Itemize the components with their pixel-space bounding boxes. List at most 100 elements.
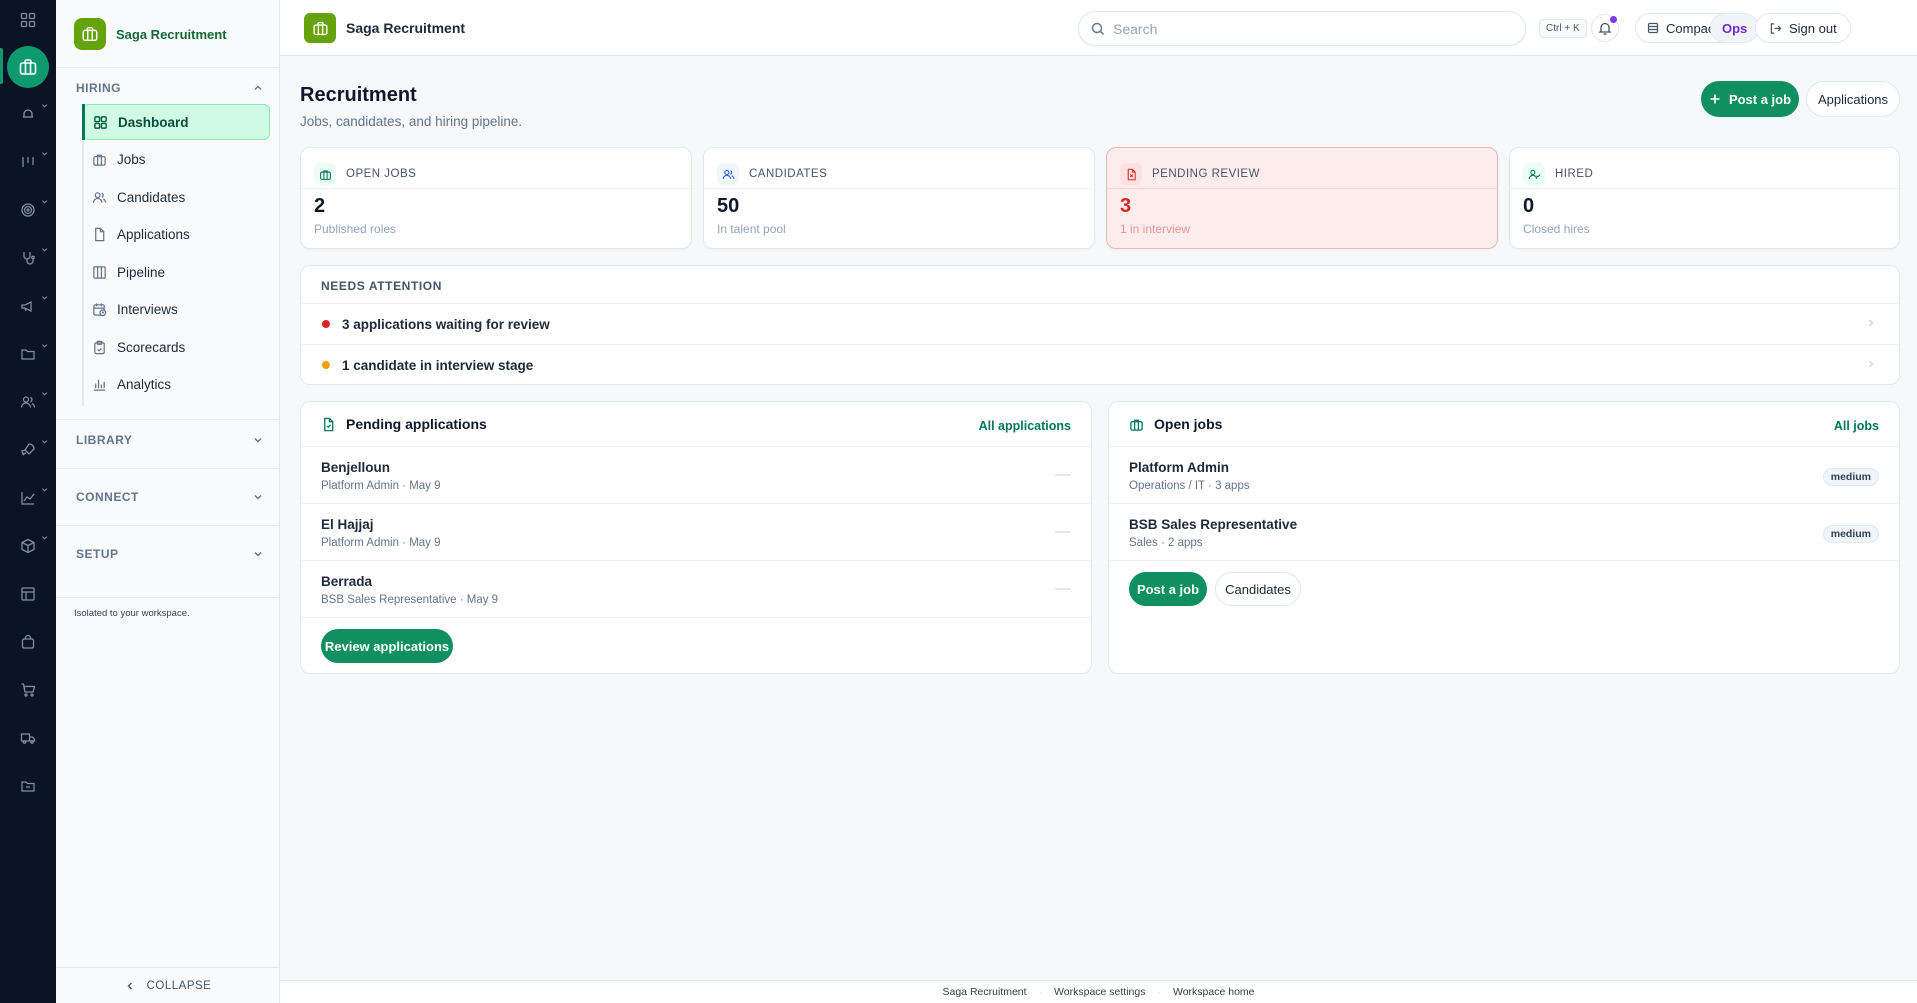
collapse-label: COLLAPSE: [146, 979, 212, 992]
list-item[interactable]: Benjelloun Platform Admin · May 9: [301, 446, 1091, 503]
sidebar-item-label: Analytics: [117, 377, 172, 392]
sidebar-item-dashboard[interactable]: Dashboard: [82, 104, 270, 140]
footer: Saga Recruitment · Workspace settings · …: [280, 980, 1917, 1003]
table-icon[interactable]: [12, 578, 44, 610]
sign-out-button[interactable]: Sign out: [1755, 13, 1851, 43]
box-icon[interactable]: [12, 530, 48, 562]
divider: [56, 67, 280, 68]
sidebar-item-label: Dashboard: [118, 114, 189, 130]
applicant-meta: Platform Admin · May 9: [321, 537, 441, 549]
stat-card-hired[interactable]: HIRED 0 Closed hires: [1509, 147, 1900, 249]
post-job-button[interactable]: Post a job: [1701, 81, 1799, 117]
applications-button[interactable]: Applications: [1806, 81, 1900, 117]
topbar-title: Saga Recruitment: [346, 20, 466, 36]
footer-link[interactable]: Workspace home: [1161, 986, 1267, 998]
hat-icon[interactable]: [12, 98, 48, 130]
file-check-icon: [324, 417, 334, 431]
sidebar-item-label: Pipeline: [117, 264, 166, 280]
candidates-button[interactable]: Candidates: [1215, 572, 1301, 606]
chevron-down-icon: [254, 552, 262, 557]
stat-card-candidates[interactable]: CANDIDATES 50 In talent pool: [703, 147, 1095, 249]
plus-icon: [1710, 94, 1720, 104]
section-connect-label: CONNECT: [76, 490, 139, 504]
list-item[interactable]: BSB Sales Representative Sales · 2 apps …: [1109, 503, 1899, 560]
sidebar-item-candidates[interactable]: Candidates: [82, 179, 270, 215]
review-applications-button[interactable]: Review applications: [321, 629, 453, 663]
chevron-right-icon: [1869, 360, 1874, 368]
sidebar-item-interviews[interactable]: Interviews: [82, 292, 270, 328]
grid-icon[interactable]: [12, 4, 44, 36]
applicant-name: Benjelloun: [321, 460, 391, 475]
attention-item[interactable]: 1 candidate in interview stage: [301, 344, 1899, 385]
list-item[interactable]: Berrada BSB Sales Representative · May 9: [301, 560, 1091, 617]
list-item[interactable]: El Hajjaj Platform Admin · May 9: [301, 503, 1091, 560]
list-item[interactable]: Platform Admin Operations / IT · 3 apps …: [1109, 446, 1899, 503]
calendar-clock-icon: [93, 303, 107, 317]
sidebar: Saga Recruitment HIRING Dashboard Jobs C…: [56, 0, 280, 1003]
stethoscope-icon[interactable]: [12, 242, 48, 274]
row-indicator: [1055, 531, 1071, 533]
stat-label: PENDING REVIEW: [1152, 168, 1260, 180]
applicant-name: Berrada: [321, 574, 373, 589]
cart-icon[interactable]: [12, 674, 44, 706]
attention-text: 3 applications waiting for review: [342, 316, 550, 332]
all-applications-link[interactable]: All applications: [979, 419, 1071, 433]
sidebar-item-applications[interactable]: Applications: [82, 217, 270, 253]
rocket-icon[interactable]: [12, 434, 48, 466]
archive-icon[interactable]: [12, 770, 44, 802]
users-icon[interactable]: [12, 386, 48, 418]
stat-card-pending-review[interactable]: PENDING REVIEW 3 1 in interview: [1106, 147, 1498, 249]
bell-icon: [1598, 22, 1612, 35]
stat-card-open-jobs[interactable]: OPEN JOBS 2 Published roles: [300, 147, 692, 249]
sidebar-item-label: Applications: [117, 227, 190, 242]
notifications-button[interactable]: [1591, 14, 1619, 42]
stat-label: CANDIDATES: [749, 168, 828, 180]
job-meta: Operations / IT · 3 apps: [1129, 480, 1250, 492]
briefcase-icon: [1130, 419, 1143, 431]
applicant-meta: Platform Admin · May 9: [321, 480, 441, 492]
topbar-brand[interactable]: Saga Recruitment: [304, 13, 465, 43]
sidebar-item-label: Candidates: [117, 189, 186, 205]
workspace-badge[interactable]: Ops: [1710, 13, 1760, 43]
chevron-left-icon: [127, 982, 132, 989]
panel-title: Pending applications: [346, 416, 487, 432]
collapse-button[interactable]: COLLAPSE: [56, 967, 280, 1003]
sidebar-item-analytics[interactable]: Analytics: [82, 367, 270, 403]
nav-active-indicator: [82, 104, 85, 140]
post-job-button-secondary[interactable]: Post a job: [1129, 572, 1207, 606]
chevron-down-icon: [254, 438, 262, 443]
briefcase-icon: [304, 13, 336, 43]
section-connect[interactable]: CONNECT: [76, 490, 264, 504]
dashboard-icon: [94, 115, 107, 129]
section-library[interactable]: LIBRARY: [76, 433, 264, 447]
sidebar-item-scorecards[interactable]: Scorecards: [82, 329, 270, 365]
bar-chart-icon: [93, 379, 106, 391]
notification-dot: [1610, 16, 1617, 23]
pipeline-icon[interactable]: [12, 146, 48, 178]
footer-link[interactable]: Saga Recruitment: [931, 986, 1039, 998]
stat-value: 2: [314, 195, 326, 217]
briefcase-icon[interactable]: [7, 46, 49, 88]
section-hiring[interactable]: HIRING: [76, 81, 264, 95]
hiring-nav: Dashboard Jobs Candidates Applications P…: [82, 104, 270, 404]
bag-icon[interactable]: [12, 626, 44, 658]
attention-text: 1 candidate in interview stage: [342, 357, 534, 373]
open-jobs-panel: Open jobs All jobs Platform Admin Operat…: [1108, 401, 1900, 674]
shortcut-hint: Ctrl + K: [1539, 19, 1587, 38]
search-input[interactable]: [1113, 20, 1503, 37]
status-dot: [322, 320, 330, 328]
sidebar-item-jobs[interactable]: Jobs: [82, 142, 270, 178]
sidebar-item-pipeline[interactable]: Pipeline: [82, 254, 270, 290]
search-box[interactable]: [1078, 11, 1526, 46]
section-setup[interactable]: SETUP: [76, 547, 264, 561]
folder-icon[interactable]: [12, 338, 48, 370]
truck-icon[interactable]: [12, 722, 44, 754]
target-icon[interactable]: [12, 194, 48, 226]
sidebar-brand[interactable]: Saga Recruitment: [74, 18, 227, 50]
all-jobs-link[interactable]: All jobs: [1834, 419, 1879, 433]
job-title: Platform Admin: [1129, 460, 1230, 475]
footer-link[interactable]: Workspace settings: [1042, 986, 1157, 998]
attention-item[interactable]: 3 applications waiting for review: [301, 303, 1899, 344]
megaphone-icon[interactable]: [12, 290, 48, 322]
chart-icon[interactable]: [12, 482, 48, 514]
